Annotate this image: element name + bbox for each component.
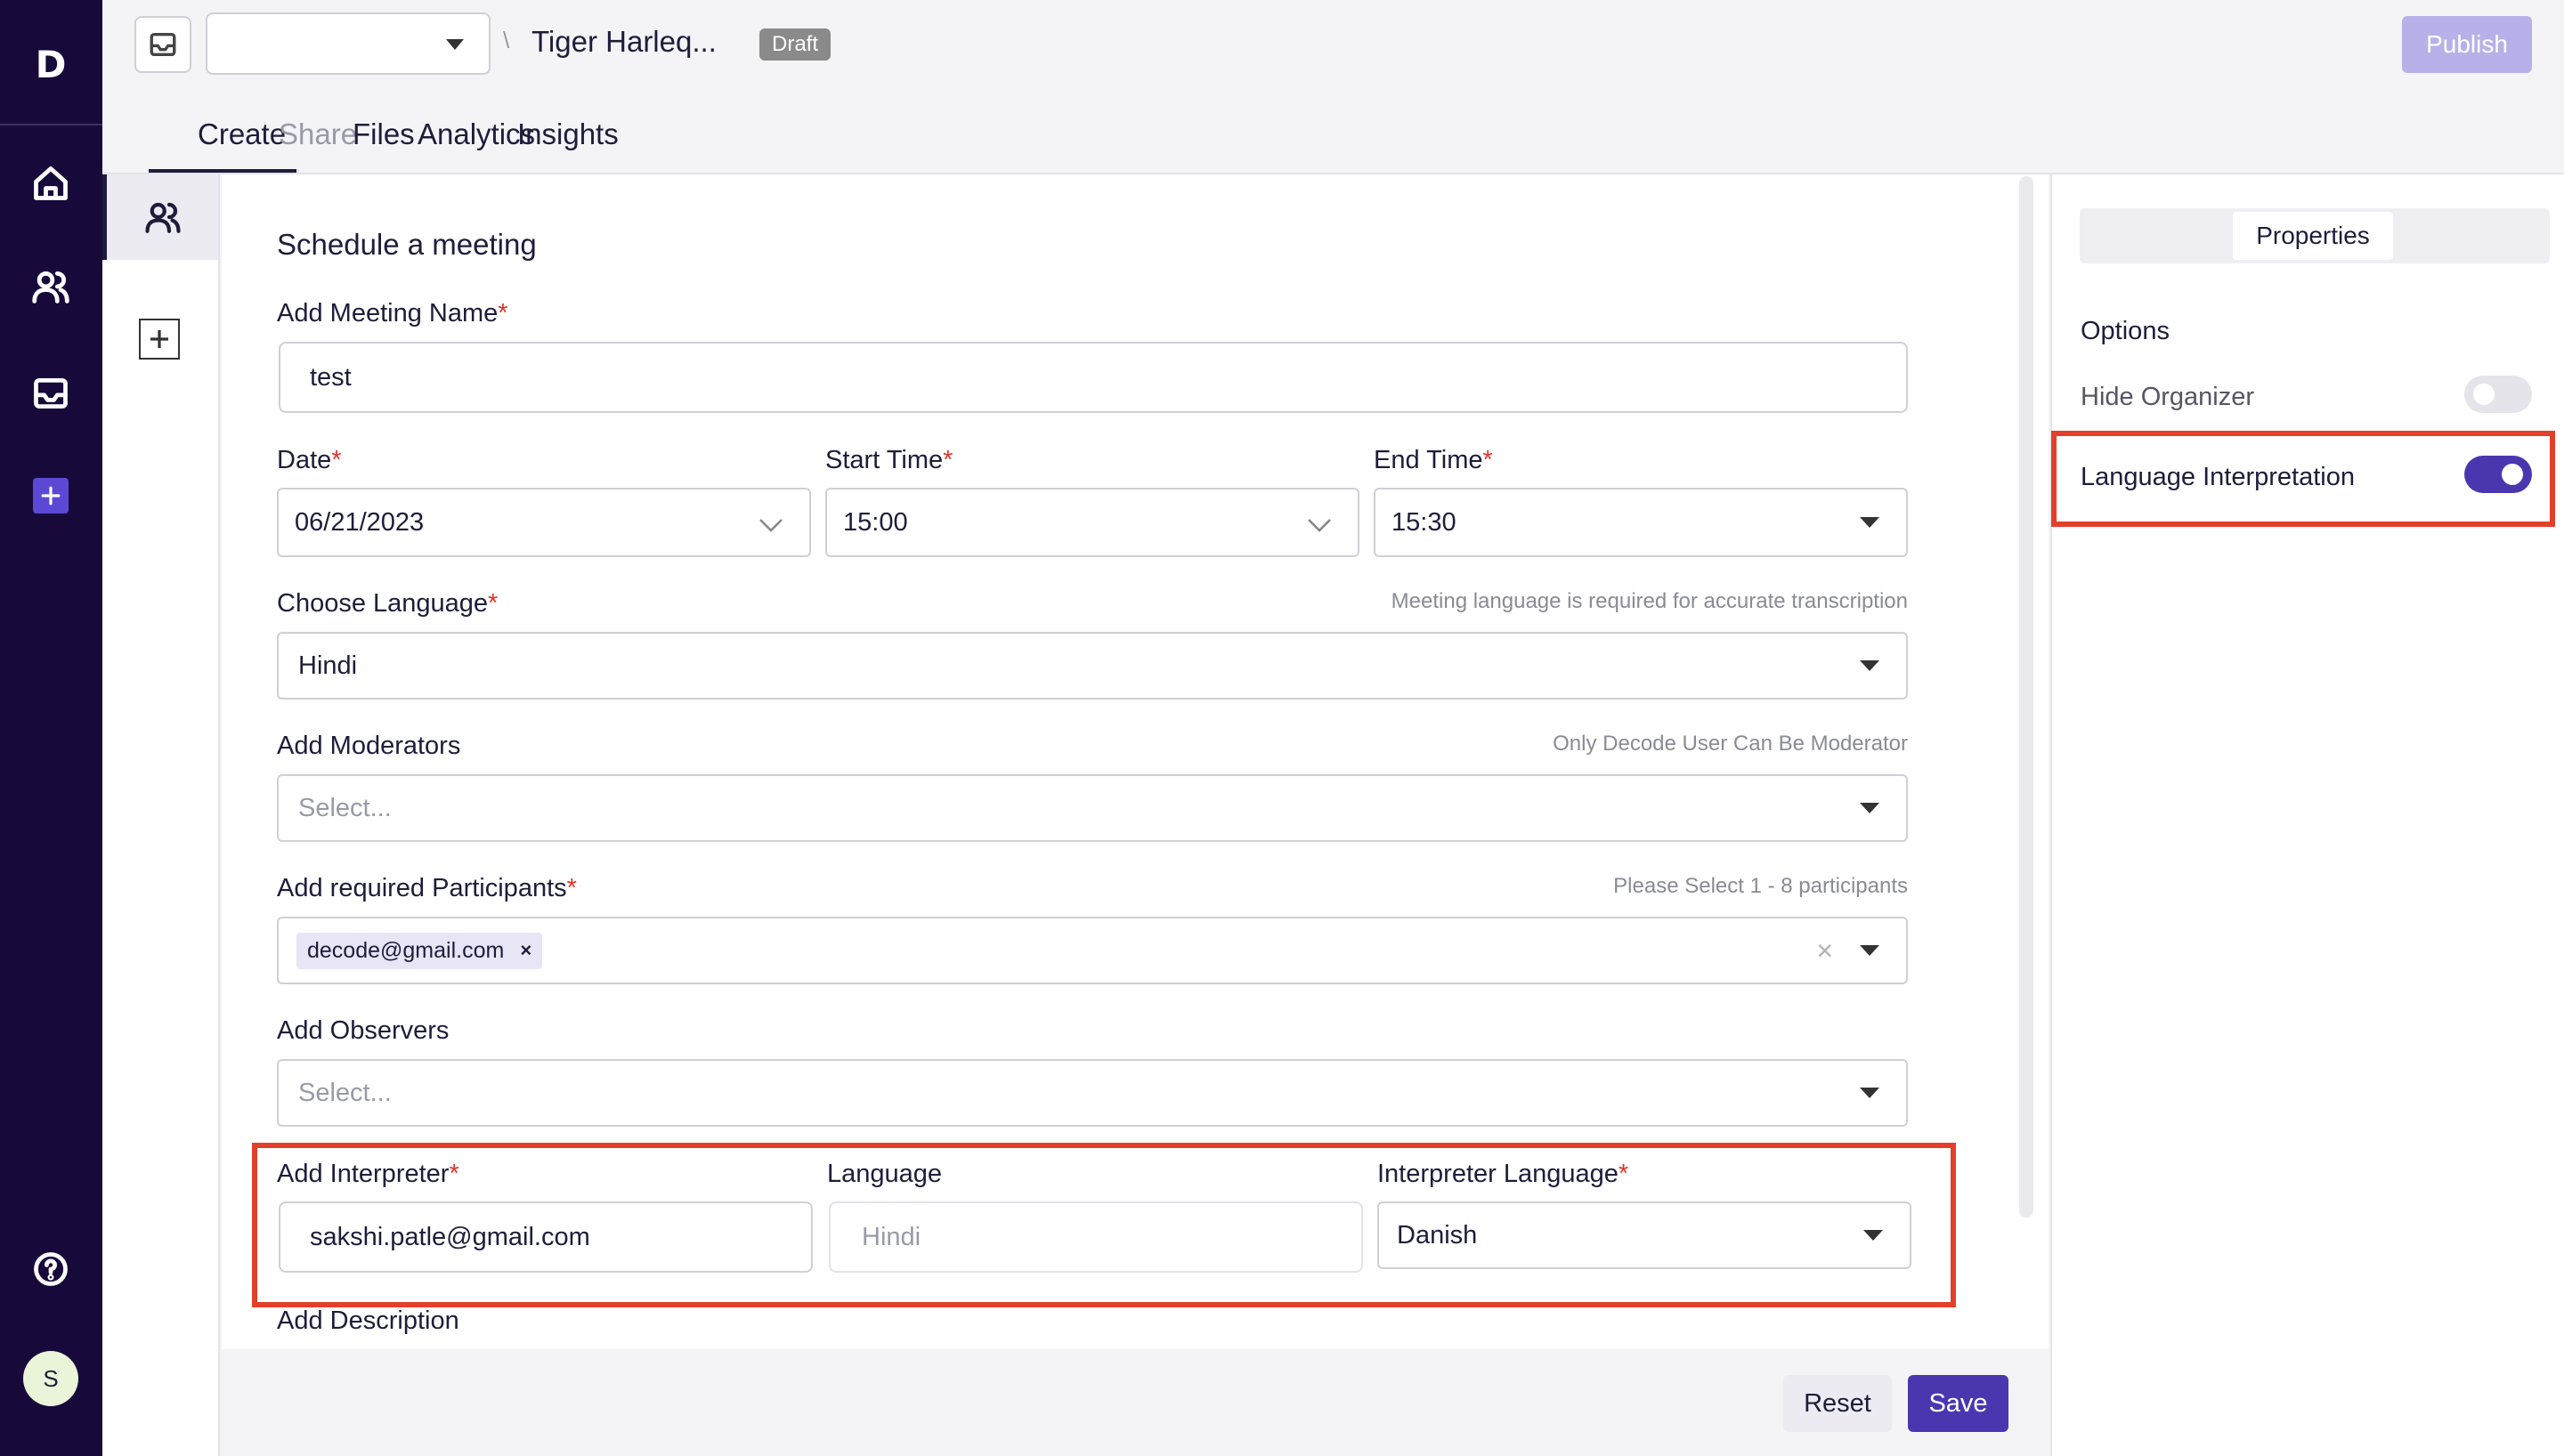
hide-organizer-label: Hide Organizer	[2081, 383, 2255, 411]
form-heading: Schedule a meeting	[277, 228, 537, 261]
caret-down-icon	[1860, 1088, 1879, 1098]
observers-label: Add Observers	[277, 1016, 450, 1045]
participants-select[interactable]: decode@gmail.com × ×	[277, 917, 1908, 984]
language-label: Choose Language*	[277, 589, 498, 619]
plus-square-icon[interactable]	[24, 469, 77, 522]
end-time-select[interactable]: 15:30	[1374, 488, 1908, 557]
label-text: Date	[277, 446, 332, 474]
tab-share[interactable]: Share	[279, 117, 357, 151]
participants-label: Add required Participants*	[277, 874, 577, 903]
participants-hint: Please Select 1 - 8 participants	[1613, 874, 1908, 898]
inbox-icon	[150, 32, 176, 57]
breadcrumb-separator: \	[503, 27, 510, 53]
active-tab-indicator	[149, 169, 296, 173]
section-meeting[interactable]	[102, 174, 218, 260]
language-interpretation-highlight	[2051, 431, 2555, 527]
hide-organizer-toggle[interactable]	[2464, 376, 2532, 413]
meeting-name-label: Add Meeting Name*	[277, 299, 508, 328]
inbox-button[interactable]	[134, 16, 191, 73]
help-icon[interactable]	[24, 1242, 77, 1296]
moderators-hint: Only Decode User Can Be Moderator	[1553, 732, 1908, 756]
status-badge: Draft	[759, 28, 832, 61]
start-time-label: Start Time*	[825, 446, 953, 475]
home-icon[interactable]	[24, 157, 77, 210]
caret-down-icon	[446, 39, 464, 50]
tab-files[interactable]: Files	[353, 117, 415, 151]
participant-chip: decode@gmail.com ×	[296, 932, 543, 969]
chip-label: decode@gmail.com	[307, 937, 505, 963]
input-value: 15:30	[1392, 507, 1456, 537]
avatar[interactable]: S	[23, 1351, 78, 1406]
scrollbar[interactable]	[2019, 176, 2033, 1217]
tab-insights[interactable]: Insights	[517, 117, 619, 151]
label-text: Add Meeting Name	[277, 299, 499, 328]
end-time-label: End Time*	[1374, 446, 1493, 475]
moderators-label: Add Moderators	[277, 732, 461, 760]
toggle-knob	[2473, 384, 2495, 405]
description-label: Add Description	[277, 1306, 459, 1335]
observers-select[interactable]: Select...	[277, 1059, 1908, 1127]
section-sidebar	[102, 174, 220, 1456]
top-bar: \ Tiger Harleq... Draft Publish Create S…	[102, 0, 2564, 174]
language-hint: Meeting language is required for accurat…	[1391, 589, 1908, 613]
label-text: Start Time	[825, 446, 944, 474]
app-rail: D S	[0, 0, 102, 1456]
chip-remove-icon[interactable]: ×	[520, 939, 531, 962]
plus-icon	[150, 330, 168, 348]
required-mark: *	[943, 446, 953, 474]
tab-create[interactable]: Create	[198, 117, 286, 151]
moderators-select[interactable]: Select...	[277, 774, 1908, 842]
caret-down-icon	[1860, 660, 1879, 671]
required-mark: *	[331, 446, 342, 474]
date-picker[interactable]: 06/21/2023	[277, 488, 811, 557]
publish-button[interactable]: Publish	[2402, 16, 2532, 73]
properties-panel	[2050, 174, 2564, 1456]
add-section-button[interactable]	[139, 319, 180, 360]
language-select[interactable]: Hindi	[277, 632, 1908, 700]
tab-properties[interactable]: Properties	[2233, 212, 2393, 260]
save-button[interactable]: Save	[1908, 1375, 2008, 1432]
users-icon	[144, 202, 181, 233]
required-mark: *	[566, 874, 577, 902]
caret-down-icon	[1860, 803, 1879, 813]
label-text: Add required Participants	[277, 874, 567, 902]
rail-divider	[0, 124, 102, 125]
project-title: Tiger Harleq...	[531, 25, 717, 58]
placeholder-text: Select...	[298, 1078, 392, 1107]
date-label: Date*	[277, 446, 342, 475]
inbox-icon[interactable]	[24, 367, 77, 420]
input-value: 06/21/2023	[295, 507, 425, 537]
interpreter-highlight	[252, 1143, 1956, 1307]
meeting-name-input[interactable]: test	[279, 342, 1908, 413]
options-title: Options	[2081, 317, 2170, 345]
logo[interactable]: D	[24, 37, 77, 91]
clear-icon[interactable]: ×	[1816, 934, 1833, 967]
label-text: Choose Language	[277, 589, 489, 618]
required-mark: *	[498, 299, 508, 328]
project-select[interactable]	[206, 12, 491, 75]
logo-letter: D	[35, 42, 67, 86]
start-time-select[interactable]: 15:00	[825, 488, 1359, 557]
chevron-down-icon	[1306, 512, 1333, 541]
reset-button[interactable]: Reset	[1783, 1375, 1892, 1432]
label-text: End Time	[1374, 446, 1483, 474]
caret-down-icon	[1860, 945, 1879, 956]
form-footer	[222, 1349, 2049, 1456]
input-value: test	[310, 362, 352, 392]
input-value: 15:00	[843, 507, 908, 537]
placeholder-text: Select...	[298, 793, 392, 822]
chevron-down-icon	[758, 512, 784, 541]
caret-down-icon	[1860, 517, 1879, 528]
required-mark: *	[488, 589, 499, 618]
required-mark: *	[1482, 446, 1493, 474]
input-value: Hindi	[298, 651, 358, 680]
avatar-initial: S	[43, 1364, 59, 1392]
users-icon[interactable]	[24, 260, 77, 313]
